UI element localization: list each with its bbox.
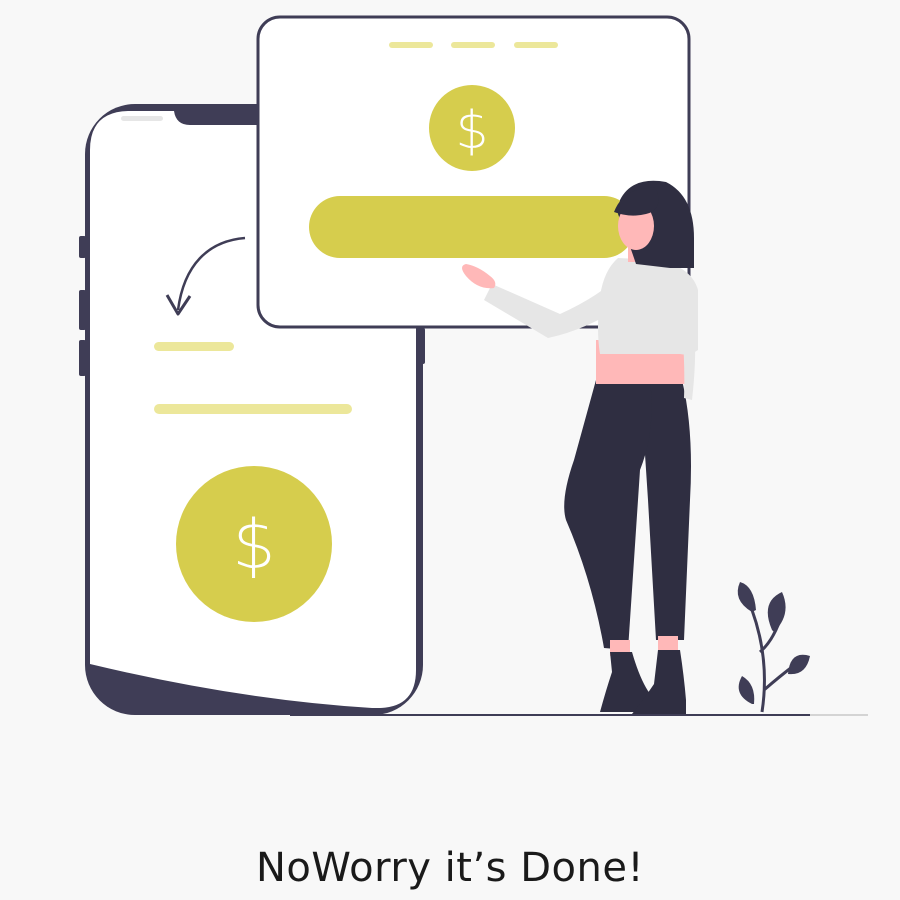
plant-leaf [767, 592, 786, 632]
pay-button-bar[interactable] [309, 196, 635, 258]
phone-text-line-long [154, 404, 352, 414]
page-title: NoWorry it’s Done! [256, 845, 644, 891]
plant-leaf [737, 582, 756, 612]
phone-text-line-short [154, 342, 234, 351]
plant-leaf [738, 676, 755, 704]
phone-side-button [79, 340, 86, 376]
payment-illustration: $ $ [79, 15, 868, 716]
phone-side-button [79, 236, 86, 258]
card-tab-indicator [389, 42, 433, 48]
plant-leaf [788, 654, 810, 675]
plant-icon [737, 582, 810, 713]
phone-coin-symbol: $ [232, 506, 275, 585]
phone-speaker [121, 116, 163, 121]
card-coin-symbol: $ [455, 101, 488, 161]
person-leg-front [564, 380, 652, 650]
phone-side-button [79, 290, 86, 330]
card-tab-indicator [514, 42, 558, 48]
card-tab-indicator [451, 42, 495, 48]
